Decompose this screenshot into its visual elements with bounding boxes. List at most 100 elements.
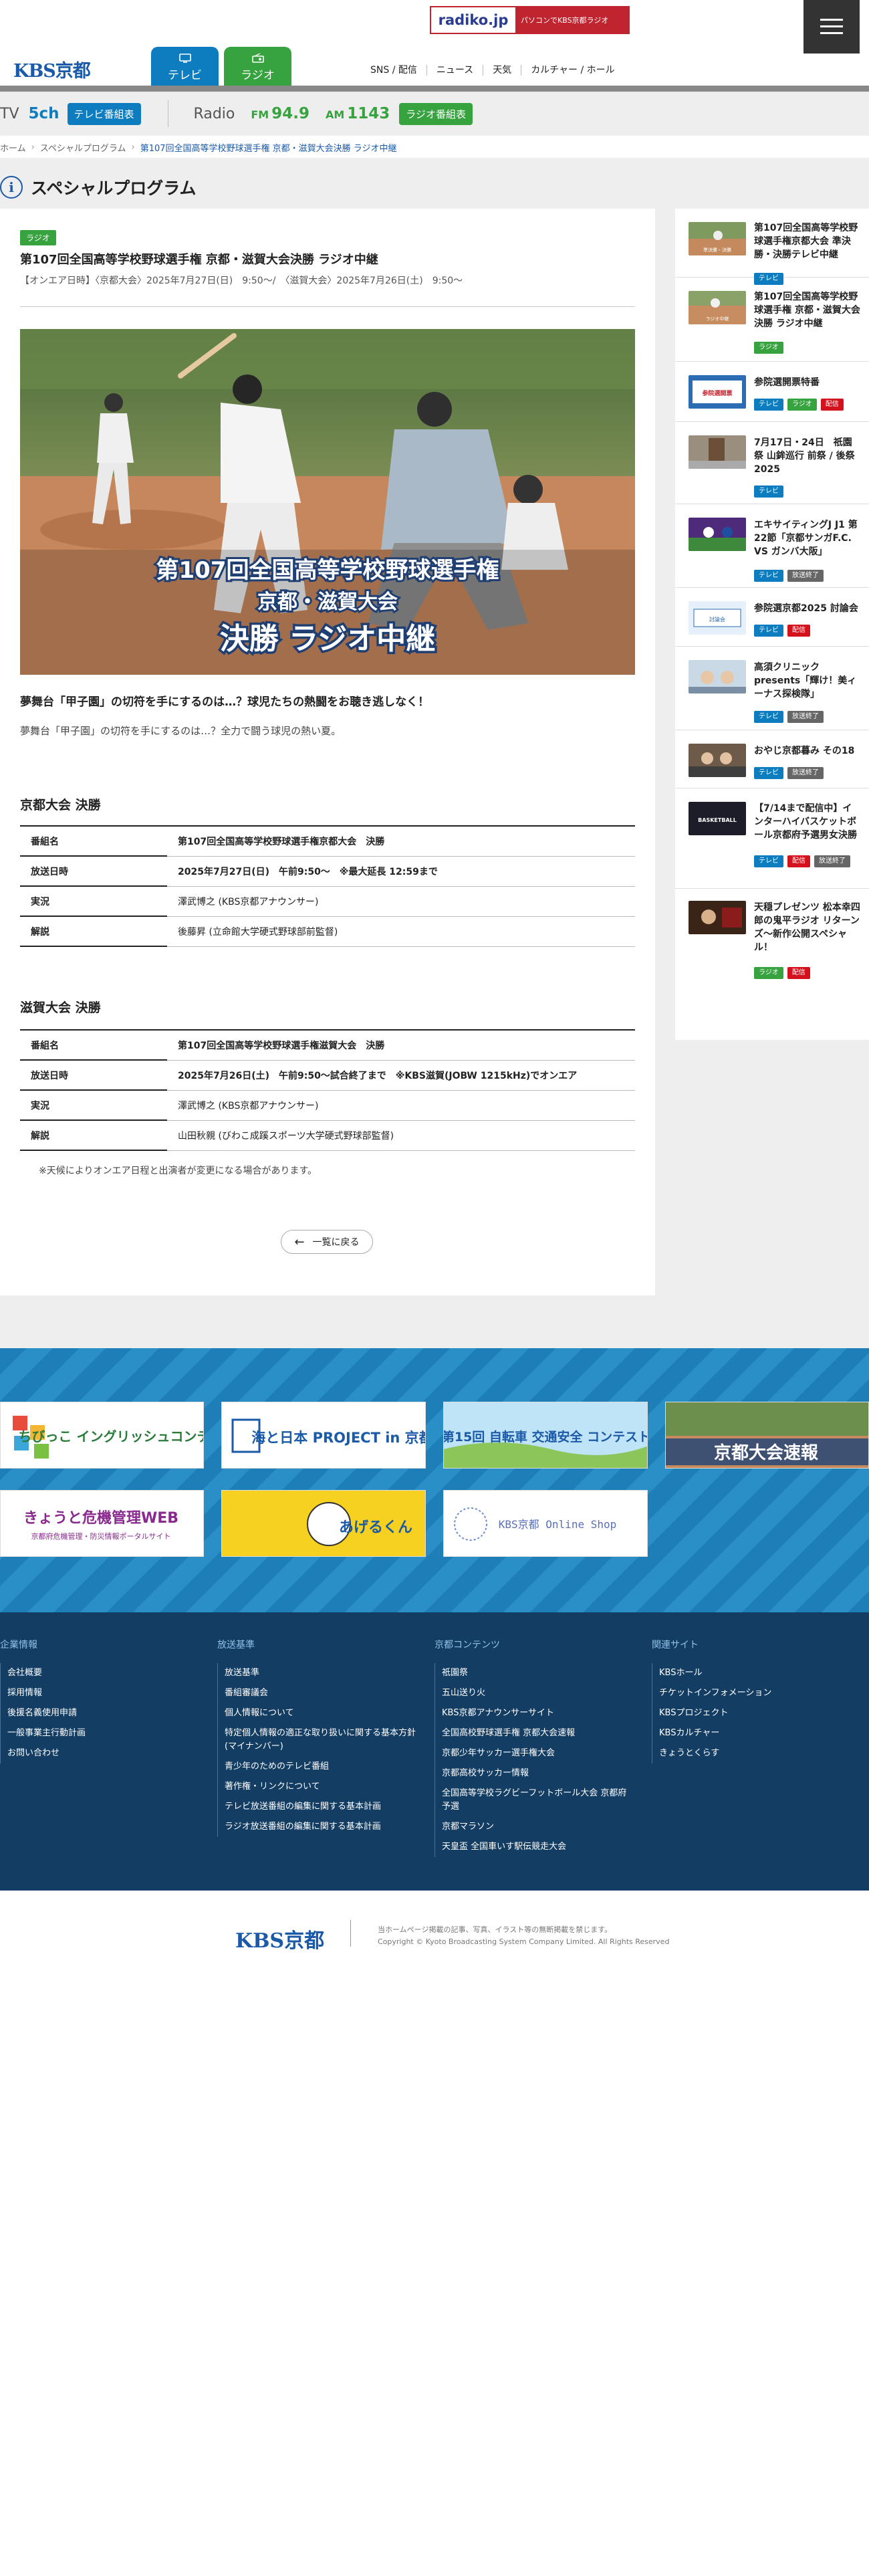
footer-column-kyoto-contents: 京都コンテンツ 祇園祭 五山送り火 KBS京都アナウンサーサイト 全国高校野球選… [434, 1638, 635, 1857]
footer-link[interactable]: 天皇盃 全国車いす駅伝競走大会 [434, 1837, 635, 1857]
banner-kyoto-taikai-sokuho[interactable]: 京都大会速報 [665, 1402, 869, 1469]
list-item[interactable]: 討論会 参院選京都2025 討論会 テレビ 配信 [675, 588, 869, 647]
footer-link[interactable]: きょうとくらす [652, 1743, 852, 1763]
banner-text: きょうと危機管理WEB [23, 1509, 178, 1527]
footer-link[interactable]: 青少年のためのテレビ番組 [217, 1757, 418, 1777]
article-title: 第107回全国高等学校野球選手権 京都・滋賀大会決勝 ラジオ中継 [20, 253, 378, 267]
table-label: 放送日時 [20, 856, 167, 887]
footer-link[interactable]: 放送基準 [217, 1663, 418, 1683]
nav-weather[interactable]: 天気 [483, 65, 521, 76]
footer-link[interactable]: チケットインフォメーション [652, 1683, 852, 1703]
radio-guide-button[interactable]: ラジオ番組表 [399, 102, 473, 125]
footer-link[interactable]: 一般事業主行動計画 [0, 1723, 86, 1743]
list-item[interactable]: 準決勝・決勝 第107回全国高等学校野球選手権京都大会 準決勝・決勝テレビ中継 … [675, 209, 869, 285]
footer-link[interactable]: 京都マラソン [434, 1817, 635, 1837]
footer-link[interactable]: 五山送り火 [434, 1683, 635, 1703]
info-icon: i [0, 176, 23, 199]
hamburger-menu-button[interactable] [803, 0, 860, 53]
banner-agerukun[interactable]: あげるくん [221, 1490, 426, 1557]
page-header: i スペシャルプログラム [0, 171, 197, 203]
footer-link[interactable]: ラジオ放送番組の編集に関する基本計画 [217, 1817, 418, 1837]
footer-column-title: 企業情報 [0, 1640, 37, 1650]
footer-link[interactable]: 会社概要 [0, 1663, 86, 1683]
nav-sns[interactable]: SNS / 配信 [361, 65, 426, 76]
program-title: 天穏プレゼンツ 松本幸四郎の鬼平ラジオ リターンズ〜新作公開スペシャル！ [754, 902, 860, 953]
footer-link[interactable]: 全国高等学校ラグビーフットボール大会 京都府予選 [434, 1784, 635, 1817]
footer-link[interactable]: 京都少年サッカー選手権大会 [434, 1743, 635, 1763]
program-title: 参院選京都2025 討論会 [754, 603, 858, 614]
footer-link[interactable]: テレビ放送番組の編集に関する基本計画 [217, 1797, 418, 1817]
footer-link[interactable]: 京都高校サッカー情報 [434, 1763, 635, 1784]
footer-legal: 当ホームページ掲載の記事、写真、イラスト等の無断掲載を禁じます。 Copyrig… [378, 1924, 669, 1948]
breadcrumb-parent[interactable]: スペシャルプログラム [40, 141, 126, 154]
footer-link[interactable]: KBSホール [652, 1663, 852, 1683]
footer-link[interactable]: 祇園祭 [434, 1663, 635, 1683]
list-item[interactable]: BASKETBALL 【7/14まで配信中】インターハイバスケットボール京都府予… [675, 788, 869, 889]
chevron-right-icon: › [31, 142, 35, 152]
program-tags: テレビ [754, 486, 861, 498]
table-label: 番組名 [20, 1029, 167, 1061]
banner-online-shop[interactable]: KBS京都 Online Shop [443, 1490, 648, 1557]
list-item[interactable]: エキサイティングJ J1 第22節「京都サンガF.C. VS ガンバ大阪」 テレ… [675, 504, 869, 588]
tab-tv[interactable]: テレビ [151, 47, 219, 88]
hero-title-line-2: 京都・滋賀大会 [257, 591, 398, 614]
footer-link[interactable]: 著作権・リンクについて [217, 1777, 418, 1797]
nav-news[interactable]: ニュース [426, 65, 483, 76]
banner-english-contest[interactable]: ちびっこ イングリッシュコンテスト [0, 1402, 204, 1469]
banner-text: 海と日本 PROJECT in 京都 [251, 1430, 426, 1446]
back-to-list-button[interactable]: ← 一覧に戻る [281, 1230, 373, 1254]
back-button-label: 一覧に戻る [312, 1237, 360, 1248]
shiga-section-title: 滋賀大会 決勝 [20, 1000, 101, 1015]
breadcrumb-home[interactable]: ホーム [0, 141, 26, 154]
footer-link[interactable]: 採用情報 [0, 1683, 86, 1703]
list-item[interactable]: 7月17日・24日 祇園祭 山鉾巡行 前祭 / 後祭 2025 テレビ [675, 422, 869, 504]
footer-logo[interactable]: KBS京都 [235, 1924, 324, 1953]
tag-ended: 放送終了 [787, 570, 824, 582]
banner-umi-to-nippon[interactable]: 海と日本 PROJECT in 京都 [221, 1402, 426, 1469]
footer-column-company: 企業情報 会社概要 採用情報 後援名義使用申請 一般事業主行動計画 お問い合わせ [0, 1638, 86, 1763]
breadcrumb-current: 第107回全国高等学校野球選手権 京都・滋賀大会決勝 ラジオ中継 [140, 143, 397, 154]
nav-culture[interactable]: カルチャー / ホール [521, 65, 624, 76]
footer-link[interactable]: 全国高校野球選手権 京都大会速報 [434, 1723, 635, 1743]
footer-link[interactable]: KBSプロジェクト [652, 1703, 852, 1723]
table-label: 番組名 [20, 825, 167, 857]
baseball-hero-illustration: 第107回全国高等学校野球選手権 京都・滋賀大会 決勝 ラジオ中継 [20, 329, 635, 675]
radio-label: Radio [193, 105, 235, 122]
am-label: AM [325, 108, 345, 121]
tag-radio: ラジオ [754, 967, 783, 979]
tab-radio-label: ラジオ [241, 68, 275, 82]
banner-bicycle-safety[interactable]: 第15回 自転車 交通安全 コンテスト [443, 1402, 648, 1469]
list-item[interactable]: 高須クリニック presents「輝け！美ィーナス探検隊」 テレビ 放送終了 [675, 647, 869, 730]
list-item[interactable]: おやじ京都暮み その18 テレビ 放送終了 [675, 730, 869, 788]
tag-radio: ラジオ [787, 399, 817, 411]
tag-ended: 放送終了 [814, 855, 850, 867]
list-item[interactable]: 天穏プレゼンツ 松本幸四郎の鬼平ラジオ リターンズ〜新作公開スペシャル！ ラジオ… [675, 889, 869, 984]
footer-link[interactable]: 特定個人情報の適正な取り扱いに関する基本方針(マイナンバー) [217, 1723, 418, 1757]
fm-freq-value: 94.9 [271, 105, 309, 122]
weather-note: ※天候によりオンエア日程と出演者が変更になる場合があります。 [39, 1166, 318, 1176]
table-label: 放送日時 [20, 1060, 167, 1091]
radiko-banner[interactable]: radiko.jp パソコンでKBS京都ラジオ [430, 6, 630, 34]
table-row: 番組名 第107回全国高等学校野球選手権滋賀大会 決勝 [20, 1029, 635, 1061]
footer-column-title: 放送基準 [217, 1640, 255, 1650]
banner-kiki-kanri[interactable]: きょうと危機管理WEB 京都府危機管理・防災情報ポータルサイト [0, 1490, 204, 1557]
program-thumbnail [689, 660, 746, 693]
tag-tv: テレビ [754, 399, 783, 411]
tab-radio[interactable]: ラジオ [224, 47, 291, 88]
table-label: 解説 [20, 1120, 167, 1151]
banner-area: ちびっこ イングリッシュコンテスト 海と日本 PROJECT in 京都 第15… [0, 1348, 869, 1612]
site-logo[interactable]: KBS京都 [13, 56, 91, 82]
footer-link[interactable]: 個人情報について [217, 1703, 418, 1723]
footer-link[interactable]: お問い合わせ [0, 1743, 86, 1763]
program-tags: テレビ 配信 [754, 625, 861, 637]
footer-link[interactable]: KBSカルチャー [652, 1723, 852, 1743]
footer-link[interactable]: 番組審議会 [217, 1683, 418, 1703]
tv-guide-button[interactable]: テレビ番組表 [67, 102, 141, 125]
list-item[interactable]: 参院選開票 参院選開票特番 テレビ ラジオ 配信 [675, 362, 869, 422]
program-tags: テレビ 放送終了 [754, 570, 861, 582]
footer-link[interactable]: 後援名義使用申請 [0, 1703, 86, 1723]
banner-subtext: 京都府危機管理・防災情報ポータルサイト [31, 1531, 171, 1541]
footer-link[interactable]: KBS京都アナウンサーサイト [434, 1703, 635, 1723]
program-thumbnail: BASKETBALL [689, 802, 746, 835]
list-item[interactable]: ラジオ中継 第107回全国高等学校野球選手権 京都・滋賀大会決勝 ラジオ中継 ラ… [675, 278, 869, 362]
